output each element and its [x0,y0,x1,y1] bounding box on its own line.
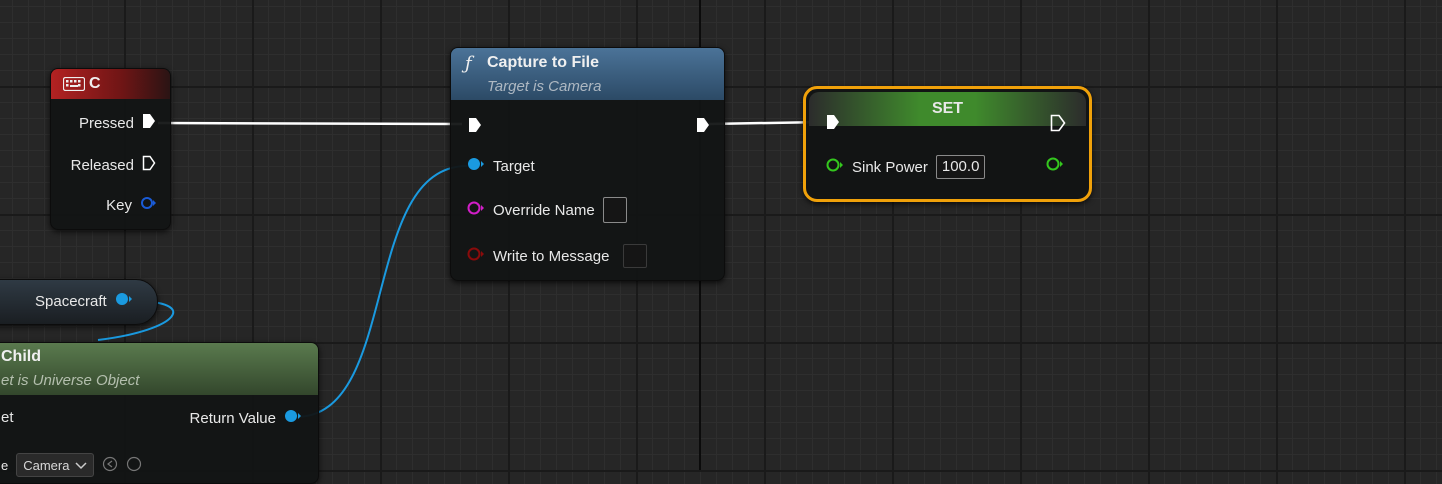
set-node-header[interactable]: SET [809,92,1086,126]
float-pin-empty-icon[interactable] [826,158,844,176]
pressed-pin-label: Pressed [78,114,134,132]
exec-pin-empty-icon[interactable] [142,155,156,175]
get-child-node-subtitle: et is Universe Object [1,372,140,389]
keyboard-icon [62,76,86,96]
key-c-node-title: C [89,75,101,92]
chevron-down-icon [75,458,88,473]
class-dropdown-value: Camera [23,457,70,473]
capture-node-header[interactable]: ƒ Capture to File Target is Camera [451,48,724,100]
struct-pin-empty-icon[interactable] [140,196,156,214]
write-to-message-pin-row[interactable]: Write to Message [467,244,648,268]
object-pin-filled-icon[interactable] [284,409,302,427]
set-exec-out-pin-icon[interactable] [1050,114,1066,137]
class-pin-label-fragment: e [1,457,9,473]
exec-in-pin-icon[interactable] [468,117,482,138]
set-exec-in-pin-icon[interactable] [826,114,840,135]
override-name-pin-row[interactable]: Override Name [467,197,627,223]
sink-power-value-input[interactable]: 100.0 [935,155,986,179]
name-pin-empty-icon[interactable] [467,201,485,219]
set-sink-power-node[interactable]: SET Sink Power 100.0 [803,86,1092,202]
sink-power-pin-label: Sink Power [852,158,928,176]
class-pin-row[interactable]: e Camera [1,453,142,477]
spacecraft-variable-node[interactable]: Spacecraft [0,279,158,325]
return-value-pin-row[interactable]: Return Value [190,409,302,427]
sink-power-pin-row[interactable]: Sink Power 100.0 [826,155,986,179]
target-pin-label: Target [493,157,535,175]
use-selected-asset-icon[interactable] [102,456,118,475]
released-pin-row[interactable]: Released [71,155,156,175]
key-c-event-node[interactable]: C Pressed Released Key [50,68,171,230]
write-to-message-checkbox[interactable] [623,244,648,268]
key-c-node-header[interactable]: C [51,69,170,99]
spacecraft-pin-row[interactable]: Spacecraft [35,292,133,310]
get-child-node-header[interactable]: Child et is Universe Object [0,343,318,395]
get-child-node[interactable]: Child et is Universe Object et Return Va… [0,342,319,484]
exec-wire-pressed-to-capture [157,121,463,126]
class-dropdown[interactable]: Camera [16,453,95,477]
capture-to-file-node[interactable]: ƒ Capture to File Target is Camera Targe… [450,47,725,281]
browse-asset-icon[interactable] [126,456,142,475]
object-wire-return-to-target [295,165,468,418]
override-name-input[interactable] [602,197,627,223]
target-pin-label-fragment: et [1,409,14,426]
write-to-message-pin-label: Write to Message [493,247,610,265]
get-child-node-title: Child [1,348,41,365]
exec-pin-filled-icon[interactable] [142,113,156,133]
set-node-title: SET [931,100,964,117]
key-pin-row[interactable]: Key [106,196,156,214]
exec-out-pin-icon[interactable] [696,117,710,138]
key-pin-label: Key [106,196,132,214]
capture-node-title: Capture to File [487,54,600,71]
object-pin-filled-icon[interactable] [115,292,133,310]
return-value-label: Return Value [189,409,276,427]
object-pin-filled-icon[interactable] [467,157,485,175]
message-pin-empty-icon[interactable] [467,247,485,265]
released-pin-label: Released [70,156,134,174]
function-icon: ƒ [465,53,472,74]
target-pin-row[interactable]: Target [467,157,535,175]
override-name-pin-label: Override Name [493,201,595,219]
pressed-pin-row[interactable]: Pressed [79,113,156,133]
capture-node-subtitle: Target is Camera [487,78,602,95]
spacecraft-label: Spacecraft [35,292,107,310]
float-output-pin-icon[interactable] [1046,157,1066,176]
